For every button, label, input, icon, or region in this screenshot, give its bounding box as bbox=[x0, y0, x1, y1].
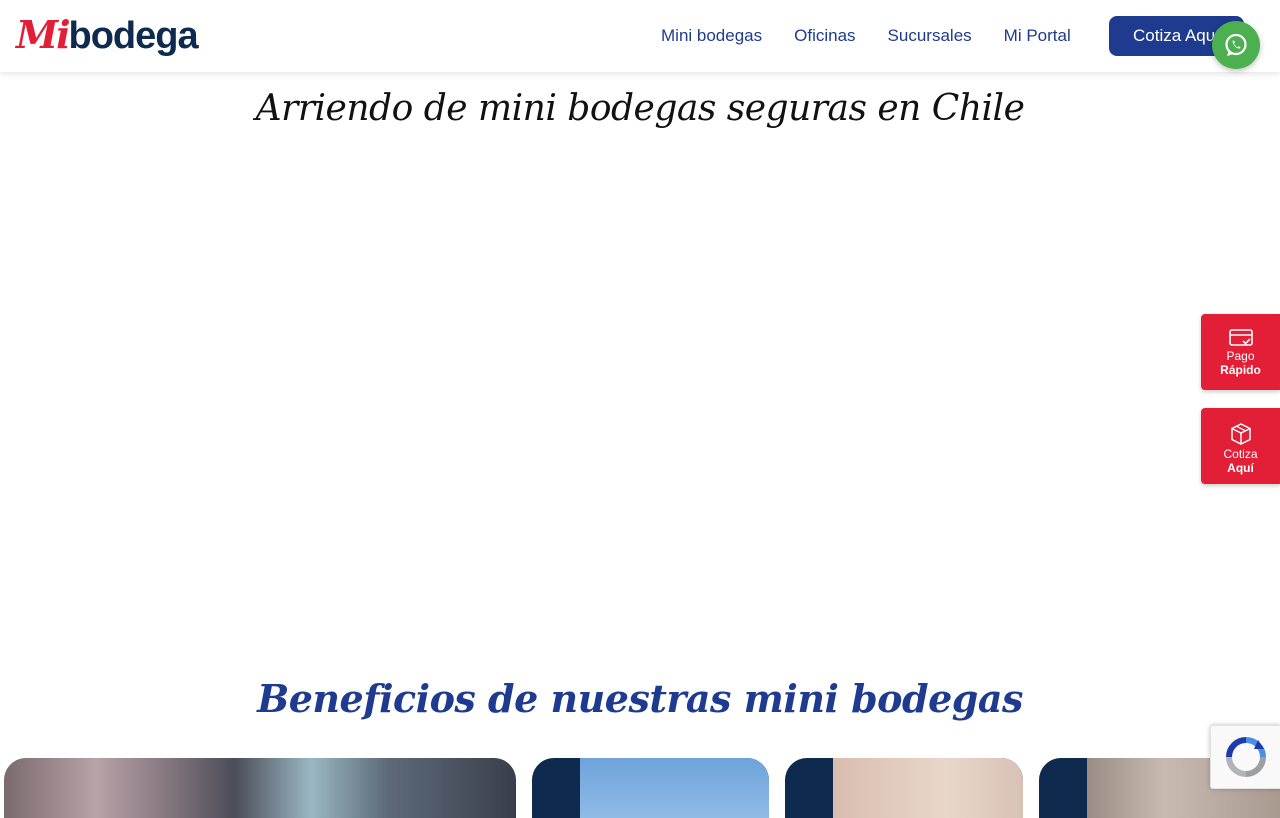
cotiza-aqui-side-button[interactable]: Cotiza Aquí bbox=[1201, 408, 1280, 484]
logo-bodega-text: bodega bbox=[68, 15, 199, 57]
nav-mini-bodegas[interactable]: Mini bodegas bbox=[661, 24, 762, 48]
recaptcha-badge[interactable] bbox=[1210, 725, 1280, 789]
main-nav: Mini bodegas Oficinas Sucursales Mi Port… bbox=[661, 24, 1071, 48]
whatsapp-icon bbox=[1225, 33, 1247, 56]
pago-rapido-button[interactable]: Pago Rápido bbox=[1201, 314, 1280, 390]
nav-oficinas[interactable]: Oficinas bbox=[794, 24, 855, 48]
box-icon bbox=[1230, 423, 1251, 445]
pago-label: Pago bbox=[1226, 349, 1255, 363]
whatsapp-button[interactable] bbox=[1212, 21, 1260, 69]
rapido-label: Rápido bbox=[1220, 363, 1261, 377]
cotiza-label: Cotiza bbox=[1223, 447, 1258, 461]
benefits-title: Beneficios de nuestras mini bodegas bbox=[257, 676, 1023, 721]
mibodega-logo[interactable]: Mi bodega bbox=[16, 12, 199, 58]
benefit-card-image bbox=[580, 758, 769, 818]
benefit-card[interactable] bbox=[785, 758, 1023, 818]
hero-title: Arriendo de mini bodegas seguras en Chil… bbox=[255, 88, 1025, 129]
benefit-card[interactable] bbox=[4, 758, 516, 818]
nav-sucursales[interactable]: Sucursales bbox=[888, 24, 972, 48]
card-check-icon bbox=[1228, 329, 1253, 346]
benefit-card[interactable] bbox=[532, 758, 769, 818]
aqui-label: Aquí bbox=[1227, 461, 1254, 475]
benefit-card-image bbox=[833, 758, 1023, 818]
nav-mi-portal[interactable]: Mi Portal bbox=[1004, 24, 1071, 48]
site-header: Mi bodega Mini bodegas Oficinas Sucursal… bbox=[0, 0, 1280, 72]
recaptcha-icon bbox=[1226, 737, 1266, 777]
logo-mi-text: Mi bbox=[16, 12, 70, 57]
